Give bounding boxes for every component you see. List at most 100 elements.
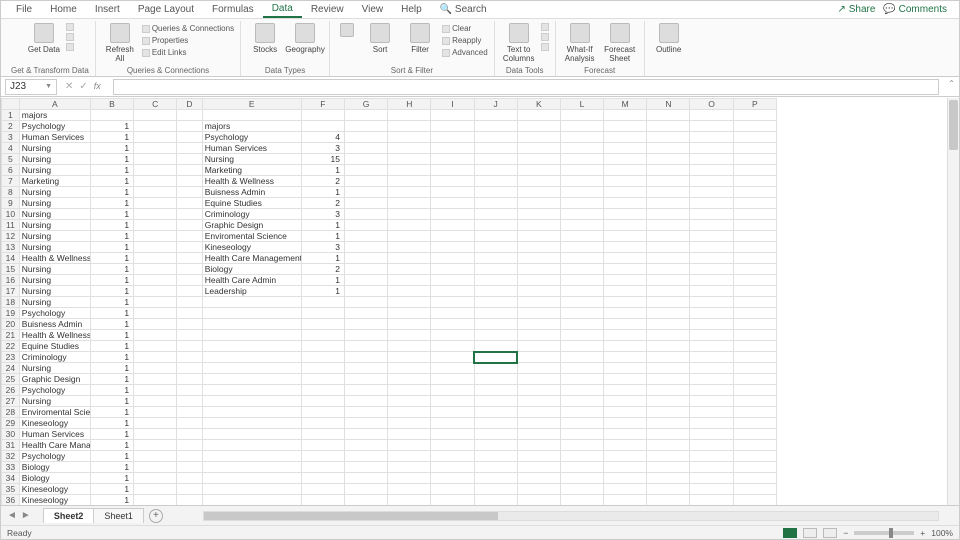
row-header-4[interactable]: 4	[2, 143, 20, 154]
cancel-formula-icon[interactable]: ✕	[65, 81, 73, 92]
row-header-17[interactable]: 17	[2, 286, 20, 297]
cell-J31[interactable]	[474, 440, 517, 451]
add-sheet-button[interactable]: +	[149, 509, 163, 523]
cell-P12[interactable]	[733, 231, 776, 242]
cell-F12[interactable]: 1	[301, 231, 344, 242]
cell-N26[interactable]	[647, 385, 690, 396]
cell-I24[interactable]	[431, 363, 474, 374]
cell-J30[interactable]	[474, 429, 517, 440]
cell-I12[interactable]	[431, 231, 474, 242]
cell-K19[interactable]	[517, 308, 560, 319]
cell-B16[interactable]: 1	[90, 275, 133, 286]
cell-E15[interactable]: Biology	[202, 264, 301, 275]
cell-L25[interactable]	[560, 374, 603, 385]
column-header-J[interactable]: J	[474, 99, 517, 110]
cell-L12[interactable]	[560, 231, 603, 242]
cell-H25[interactable]	[388, 374, 431, 385]
cell-I3[interactable]	[431, 132, 474, 143]
cell-E33[interactable]	[202, 462, 301, 473]
cell-F35[interactable]	[301, 484, 344, 495]
cell-A19[interactable]: Psychology	[19, 308, 90, 319]
cell-G2[interactable]	[344, 121, 387, 132]
cell-C5[interactable]	[134, 154, 177, 165]
cell-K33[interactable]	[517, 462, 560, 473]
cell-E18[interactable]	[202, 297, 301, 308]
row-header-32[interactable]: 32	[2, 451, 20, 462]
cell-A8[interactable]: Nursing	[19, 187, 90, 198]
cell-P25[interactable]	[733, 374, 776, 385]
cell-M18[interactable]	[604, 297, 647, 308]
cell-I33[interactable]	[431, 462, 474, 473]
sheet-tab-sheet1[interactable]: Sheet1	[93, 508, 144, 523]
cell-G9[interactable]	[344, 198, 387, 209]
cell-M13[interactable]	[604, 242, 647, 253]
cell-J15[interactable]	[474, 264, 517, 275]
cell-N10[interactable]	[647, 209, 690, 220]
cell-E16[interactable]: Health Care Admin	[202, 275, 301, 286]
cell-H18[interactable]	[388, 297, 431, 308]
cell-G28[interactable]	[344, 407, 387, 418]
cell-C21[interactable]	[134, 330, 177, 341]
cell-L18[interactable]	[560, 297, 603, 308]
cell-E24[interactable]	[202, 363, 301, 374]
view-normal-button[interactable]	[783, 528, 797, 538]
spreadsheet-grid[interactable]: ABCDEFGHIJKLMNOP 1majors2Psychology1majo…	[1, 98, 777, 505]
cell-H34[interactable]	[388, 473, 431, 484]
column-header-D[interactable]: D	[177, 99, 202, 110]
cell-D24[interactable]	[177, 363, 202, 374]
zoom-in-button[interactable]: +	[920, 528, 925, 538]
cell-D33[interactable]	[177, 462, 202, 473]
horizontal-scrollbar[interactable]	[203, 511, 939, 521]
cell-M12[interactable]	[604, 231, 647, 242]
cell-H28[interactable]	[388, 407, 431, 418]
cell-B17[interactable]: 1	[90, 286, 133, 297]
cell-K2[interactable]	[517, 121, 560, 132]
cell-I19[interactable]	[431, 308, 474, 319]
cell-P15[interactable]	[733, 264, 776, 275]
cell-B29[interactable]: 1	[90, 418, 133, 429]
cell-B5[interactable]: 1	[90, 154, 133, 165]
cell-E14[interactable]: Health Care Management	[202, 253, 301, 264]
cell-O34[interactable]	[690, 473, 733, 484]
cell-K32[interactable]	[517, 451, 560, 462]
from-text-csv[interactable]	[66, 23, 74, 31]
cell-E3[interactable]: Psychology	[202, 132, 301, 143]
cell-C8[interactable]	[134, 187, 177, 198]
cell-J2[interactable]	[474, 121, 517, 132]
cell-C33[interactable]	[134, 462, 177, 473]
row-header-5[interactable]: 5	[2, 154, 20, 165]
cell-H16[interactable]	[388, 275, 431, 286]
cell-N9[interactable]	[647, 198, 690, 209]
name-box[interactable]: J23▼	[5, 79, 57, 95]
cell-D36[interactable]	[177, 495, 202, 506]
cell-D11[interactable]	[177, 220, 202, 231]
cell-D28[interactable]	[177, 407, 202, 418]
cell-F18[interactable]	[301, 297, 344, 308]
cell-P29[interactable]	[733, 418, 776, 429]
cell-N27[interactable]	[647, 396, 690, 407]
cell-A32[interactable]: Psychology	[19, 451, 90, 462]
cell-I34[interactable]	[431, 473, 474, 484]
cell-H23[interactable]	[388, 352, 431, 363]
cell-F20[interactable]	[301, 319, 344, 330]
outline-button[interactable]: Outline	[651, 21, 687, 54]
cell-F4[interactable]: 3	[301, 143, 344, 154]
row-header-8[interactable]: 8	[2, 187, 20, 198]
cell-B4[interactable]: 1	[90, 143, 133, 154]
cell-B27[interactable]: 1	[90, 396, 133, 407]
cell-D17[interactable]	[177, 286, 202, 297]
cell-N24[interactable]	[647, 363, 690, 374]
cell-N19[interactable]	[647, 308, 690, 319]
cell-L2[interactable]	[560, 121, 603, 132]
cell-L28[interactable]	[560, 407, 603, 418]
cell-G32[interactable]	[344, 451, 387, 462]
cell-P31[interactable]	[733, 440, 776, 451]
cell-D26[interactable]	[177, 385, 202, 396]
cell-G15[interactable]	[344, 264, 387, 275]
cell-N8[interactable]	[647, 187, 690, 198]
cell-P32[interactable]	[733, 451, 776, 462]
row-header-16[interactable]: 16	[2, 275, 20, 286]
cell-B18[interactable]: 1	[90, 297, 133, 308]
cell-H3[interactable]	[388, 132, 431, 143]
cell-M15[interactable]	[604, 264, 647, 275]
